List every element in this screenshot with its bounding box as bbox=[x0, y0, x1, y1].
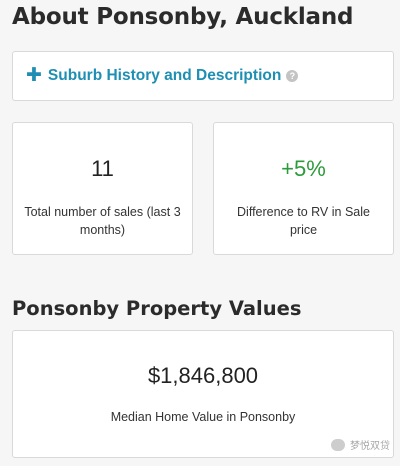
median-home-value-label: Median Home Value in Ponsonby bbox=[110, 410, 296, 424]
watermark-text: 梦悦双贷 bbox=[350, 441, 390, 452]
page: About Ponsonby, Auckland ✚ Suburb Histor… bbox=[0, 0, 400, 466]
rv-difference-value: +5% bbox=[281, 156, 326, 181]
stat-card-sales: 11 Total number of sales (last 3 months) bbox=[12, 122, 193, 255]
median-home-value: $1,846,800 bbox=[147, 363, 259, 388]
suburb-history-panel: ✚ Suburb History and Description ? bbox=[12, 51, 394, 101]
help-icon[interactable]: ? bbox=[286, 69, 299, 82]
sales-count: 11 bbox=[91, 156, 114, 181]
watermark: 梦悦双贷 bbox=[331, 437, 390, 452]
rv-difference-label: Difference to RV in Sale price bbox=[237, 205, 370, 237]
plus-icon: ✚ bbox=[26, 65, 42, 86]
suburb-history-label: Suburb History and Description bbox=[47, 66, 282, 84]
section-title-property-values: Ponsonby Property Values bbox=[12, 297, 302, 320]
sales-count-label: Total number of sales (last 3 months) bbox=[24, 205, 181, 237]
stat-card-rv-difference: +5% Difference to RV in Sale price bbox=[213, 122, 394, 255]
chat-bubble-icon bbox=[331, 438, 345, 451]
page-title: About Ponsonby, Auckland bbox=[12, 4, 354, 30]
suburb-history-toggle[interactable]: ✚ Suburb History and Description ? bbox=[26, 65, 299, 86]
